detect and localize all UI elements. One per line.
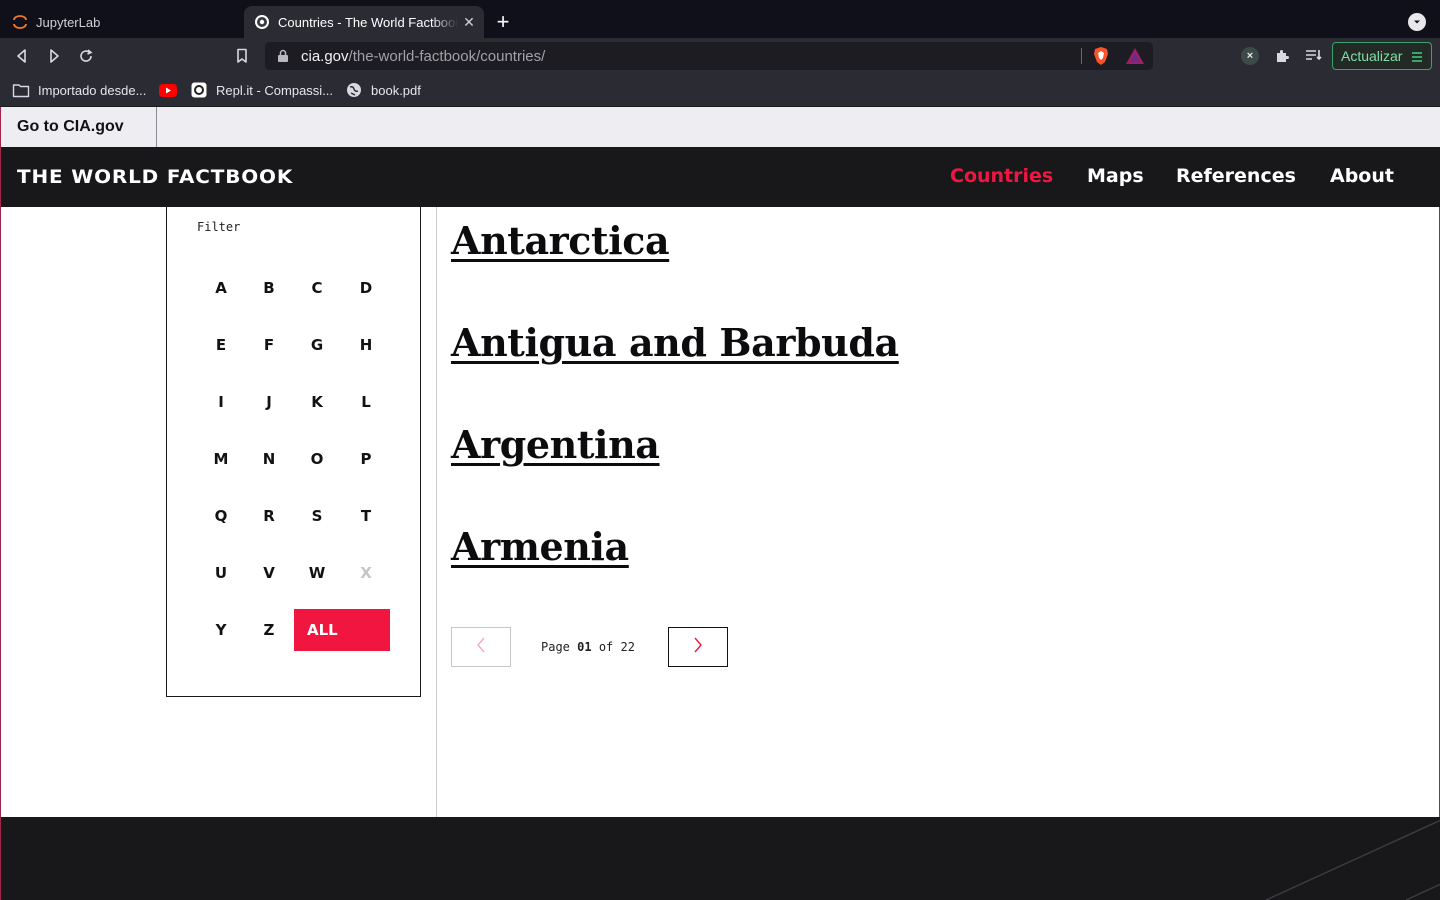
country-link-armenia[interactable]: Armenia bbox=[451, 524, 629, 569]
filter-letter-z[interactable]: Z bbox=[249, 615, 289, 645]
youtube-icon bbox=[159, 82, 177, 98]
url-path: /the-world-factbook/countries/ bbox=[348, 47, 546, 65]
url-domain: cia.gov bbox=[301, 47, 349, 65]
chevron-left-icon bbox=[475, 636, 487, 659]
country-link-antigua-and-barbuda[interactable]: Antigua and Barbuda bbox=[451, 320, 899, 365]
filter-letter-e[interactable]: E bbox=[201, 330, 241, 360]
filter-letter-d[interactable]: D bbox=[346, 273, 386, 303]
close-tab-icon[interactable]: ✕ bbox=[458, 11, 480, 33]
url-divider bbox=[1081, 48, 1082, 64]
update-label: Actualizar bbox=[1341, 48, 1403, 64]
alphabet-filter: Filter A B C D E F G H I J K L M N O P Q… bbox=[166, 207, 421, 697]
bookmark-icon[interactable] bbox=[229, 44, 255, 68]
current-page: 01 bbox=[577, 640, 592, 654]
nav-references[interactable]: References bbox=[1176, 165, 1296, 187]
filter-letter-p[interactable]: P bbox=[346, 444, 386, 474]
filter-letter-o[interactable]: O bbox=[297, 444, 337, 474]
filter-letter-u[interactable]: U bbox=[201, 558, 241, 588]
total-pages: 22 bbox=[620, 640, 635, 654]
address-bar[interactable]: cia.gov/the-world-factbook/countries/ bbox=[265, 42, 1153, 70]
tab-strip: JupyterLab Countries - The World Factboo… bbox=[0, 0, 1440, 38]
bookmark-book-pdf[interactable]: book.pdf bbox=[345, 80, 421, 100]
filter-letter-q[interactable]: Q bbox=[201, 501, 241, 531]
bookmark-label: book.pdf bbox=[371, 82, 421, 98]
bookmark-imported-folder[interactable]: Importado desde... bbox=[12, 80, 146, 100]
globe-icon bbox=[345, 82, 363, 98]
filter-letter-v[interactable]: V bbox=[249, 558, 289, 588]
tab-jupyterlab[interactable]: JupyterLab bbox=[0, 6, 240, 38]
filter-letter-s[interactable]: S bbox=[297, 501, 337, 531]
bookmark-label: Repl.it - Compassi... bbox=[216, 82, 334, 98]
menu-icon bbox=[1411, 50, 1423, 66]
tab-title: Countries - The World Factbook bbox=[278, 14, 458, 30]
cia-top-strip: Go to CIA.gov bbox=[1, 107, 1440, 147]
page-viewport: Go to CIA.gov THE WORLD FACTBOOK Countri… bbox=[0, 107, 1440, 900]
filter-letter-a[interactable]: A bbox=[201, 273, 241, 303]
filter-letter-x: X bbox=[360, 564, 372, 582]
nav-maps[interactable]: Maps bbox=[1087, 165, 1144, 187]
browser-toolbar: cia.gov/the-world-factbook/countries/ × … bbox=[0, 38, 1440, 74]
country-link-argentina[interactable]: Argentina bbox=[451, 422, 660, 467]
filter-letter-n[interactable]: N bbox=[249, 444, 289, 474]
page-word: Page bbox=[541, 640, 570, 654]
tab-title: JupyterLab bbox=[36, 14, 101, 30]
bookmark-replit[interactable]: Repl.it - Compassi... bbox=[190, 80, 333, 100]
brave-rewards-icon[interactable] bbox=[1125, 47, 1145, 65]
previous-page-button[interactable] bbox=[451, 627, 511, 667]
filter-all-button[interactable]: ALL bbox=[294, 609, 390, 651]
site-title[interactable]: THE WORLD FACTBOOK bbox=[17, 166, 293, 188]
extension-x-icon[interactable]: × bbox=[1237, 44, 1263, 68]
filter-letter-i[interactable]: I bbox=[201, 387, 241, 417]
next-page-button[interactable] bbox=[668, 627, 728, 667]
replit-icon bbox=[190, 82, 208, 98]
nav-countries[interactable]: Countries bbox=[950, 165, 1053, 187]
lock-icon bbox=[277, 49, 291, 63]
filter-letter-r[interactable]: R bbox=[249, 501, 289, 531]
back-icon[interactable] bbox=[9, 44, 35, 68]
site-footer bbox=[1, 817, 1440, 900]
bookmark-youtube[interactable] bbox=[159, 80, 185, 100]
folder-icon bbox=[12, 82, 30, 98]
filter-letter-c[interactable]: C bbox=[297, 273, 337, 303]
filter-letter-m[interactable]: M bbox=[201, 444, 241, 474]
update-button[interactable]: Actualizar bbox=[1332, 42, 1432, 70]
reading-list-icon[interactable] bbox=[1301, 44, 1327, 68]
filter-letter-l[interactable]: L bbox=[346, 387, 386, 417]
filter-letter-g[interactable]: G bbox=[297, 330, 337, 360]
go-to-cia-link[interactable]: Go to CIA.gov bbox=[1, 107, 157, 147]
filter-letter-h[interactable]: H bbox=[346, 330, 386, 360]
reload-icon[interactable] bbox=[73, 44, 99, 68]
filter-letter-y[interactable]: Y bbox=[201, 615, 241, 645]
filter-letter-w[interactable]: W bbox=[297, 558, 337, 588]
brave-shields-icon[interactable] bbox=[1091, 46, 1111, 66]
jupyter-icon bbox=[12, 14, 28, 30]
filter-letter-k[interactable]: K bbox=[297, 387, 337, 417]
forward-icon[interactable] bbox=[41, 44, 67, 68]
new-tab-icon[interactable]: + bbox=[490, 9, 516, 35]
extensions-puzzle-icon[interactable] bbox=[1269, 44, 1295, 68]
footer-decoration bbox=[1265, 819, 1440, 900]
bookmarks-bar: Importado desde... Repl.it - Compassi...… bbox=[0, 74, 1440, 107]
tab-world-factbook[interactable]: Countries - The World Factbook ✕ bbox=[244, 6, 484, 38]
bookmark-label: Importado desde... bbox=[38, 82, 147, 98]
cia-seal-icon bbox=[254, 14, 270, 30]
nav-about[interactable]: About bbox=[1330, 165, 1394, 187]
filter-label: Filter bbox=[197, 220, 241, 234]
of-word: of bbox=[598, 640, 614, 654]
chevron-right-icon bbox=[692, 636, 704, 659]
content-divider bbox=[436, 207, 437, 817]
tab-search-icon[interactable] bbox=[1408, 13, 1426, 31]
filter-letter-f[interactable]: F bbox=[249, 330, 289, 360]
page-indicator: Page 01 of 22 bbox=[541, 640, 635, 654]
filter-letter-b[interactable]: B bbox=[249, 273, 289, 303]
site-header: THE WORLD FACTBOOK Countries Maps Refere… bbox=[1, 147, 1440, 207]
filter-letter-t[interactable]: T bbox=[346, 501, 386, 531]
filter-letter-j[interactable]: J bbox=[249, 387, 289, 417]
country-link-antarctica[interactable]: Antarctica bbox=[451, 218, 670, 263]
